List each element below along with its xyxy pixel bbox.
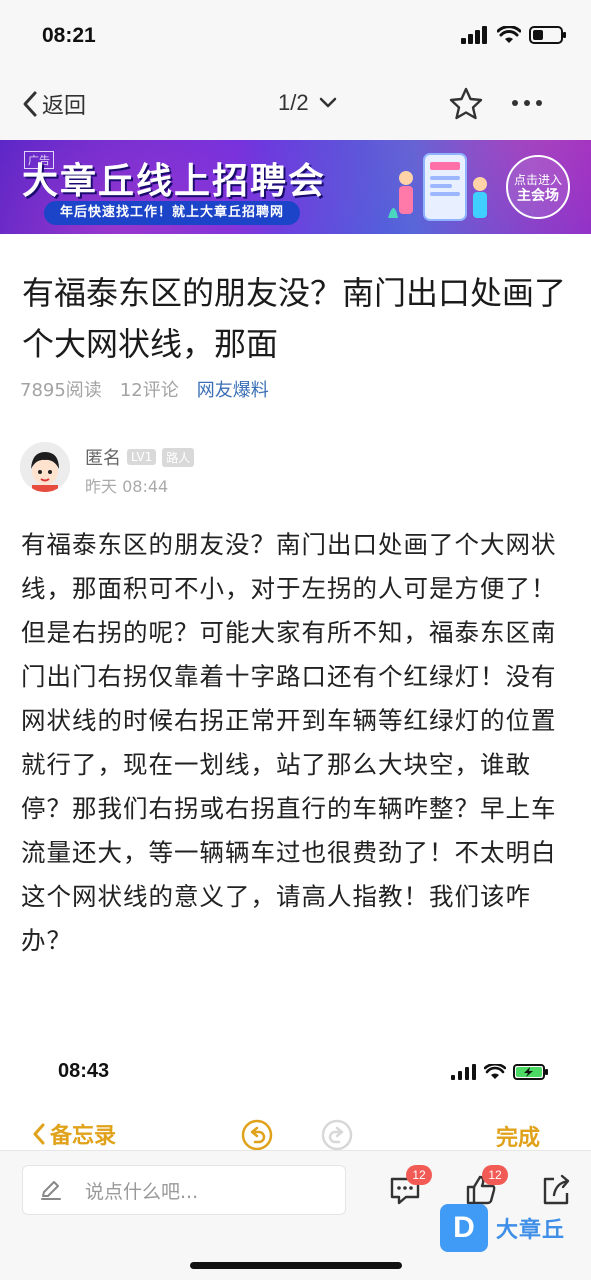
status-icons	[461, 26, 567, 44]
embedded-notes-label: 备忘录	[50, 1124, 117, 1149]
status-time: 08:21	[42, 24, 96, 47]
wifi-icon	[484, 1064, 506, 1079]
chevron-left-icon	[23, 91, 37, 117]
recruitment-illustration-icon	[388, 153, 487, 221]
favorite-button[interactable]	[448, 86, 484, 126]
category-link[interactable]: 网友爆料	[197, 376, 269, 402]
status-bar: 08:21	[0, 0, 591, 70]
embedded-status-time: 08:43	[58, 1060, 110, 1082]
chevron-down-icon	[319, 97, 336, 108]
more-dot-icon	[524, 100, 530, 106]
embedded-status-icons	[451, 1064, 549, 1080]
undo-icon	[241, 1119, 273, 1151]
more-dot-icon	[512, 100, 518, 106]
home-indicator[interactable]	[190, 1262, 402, 1269]
cellular-signal-icon	[451, 1064, 476, 1080]
banner-enter-button[interactable]: 点击进入 主会场	[506, 155, 570, 219]
wifi-icon	[497, 26, 521, 43]
back-button[interactable]: 返回	[22, 88, 86, 120]
like-count-badge: 12	[482, 1165, 508, 1185]
banner-subtitle: 年后快速找工作！就上大章丘招聘网	[44, 201, 301, 225]
rank-badge: 路人	[162, 447, 195, 467]
avatar[interactable]	[20, 442, 70, 492]
pencil-icon	[41, 1181, 61, 1200]
level-badge: LV1	[127, 449, 157, 465]
author-name-row: 匿名 LV1 路人	[85, 444, 195, 470]
watermark: D 大章丘	[440, 1204, 565, 1252]
article-meta: 7895阅读 12评论 网友爆料	[20, 376, 269, 402]
comment-input[interactable]: 说点什么吧...	[22, 1165, 346, 1215]
comment-count-badge: 12	[406, 1165, 432, 1185]
page-indicator-label: 1/2	[278, 90, 309, 115]
cellular-signal-icon	[461, 26, 487, 44]
comments-button[interactable]: 12	[388, 1165, 432, 1211]
post-time: 昨天 08:44	[85, 477, 169, 496]
battery-charging-icon	[513, 1064, 548, 1080]
banner-title: 大章丘线上招聘会	[22, 161, 327, 202]
author-name: 匿名	[85, 448, 121, 469]
banner-cta-line1: 点击进入	[513, 173, 562, 187]
back-label: 返回	[42, 94, 87, 119]
star-icon	[449, 87, 483, 120]
nav-bar: 返回 1/2	[0, 70, 591, 140]
comment-count: 12评论	[119, 380, 179, 401]
watermark-logo: D	[440, 1204, 488, 1252]
embedded-done-label: 完成	[496, 1126, 541, 1151]
read-count: 7895阅读	[20, 380, 102, 401]
share-icon	[543, 1174, 570, 1205]
article-title: 有福泰东区的朋友没？南门出口处画了个大网状线，那面	[22, 274, 567, 363]
page-indicator[interactable]: 1/2	[278, 90, 337, 116]
more-options-button[interactable]	[512, 100, 542, 106]
user-avatar-icon	[20, 442, 70, 492]
redo-icon	[321, 1119, 353, 1151]
chevron-left-icon	[33, 1123, 45, 1145]
recruitment-banner[interactable]: 广告 大章丘线上招聘会 年后快速找工作！就上大章丘招聘网 点击进入 主会场	[0, 140, 591, 234]
watermark-text: 大章丘	[496, 1218, 566, 1243]
banner-cta-line2: 主会场	[517, 188, 559, 204]
more-dot-icon	[536, 100, 542, 106]
embedded-notes-back: 备忘录	[32, 1118, 116, 1150]
article-body: 有福泰东区的朋友没？南门出口处画了个大网状线，那面积可不小，对于左拐的人可是方便…	[21, 530, 557, 955]
battery-icon	[529, 26, 566, 44]
comment-placeholder: 说点什么吧...	[85, 1180, 199, 1203]
